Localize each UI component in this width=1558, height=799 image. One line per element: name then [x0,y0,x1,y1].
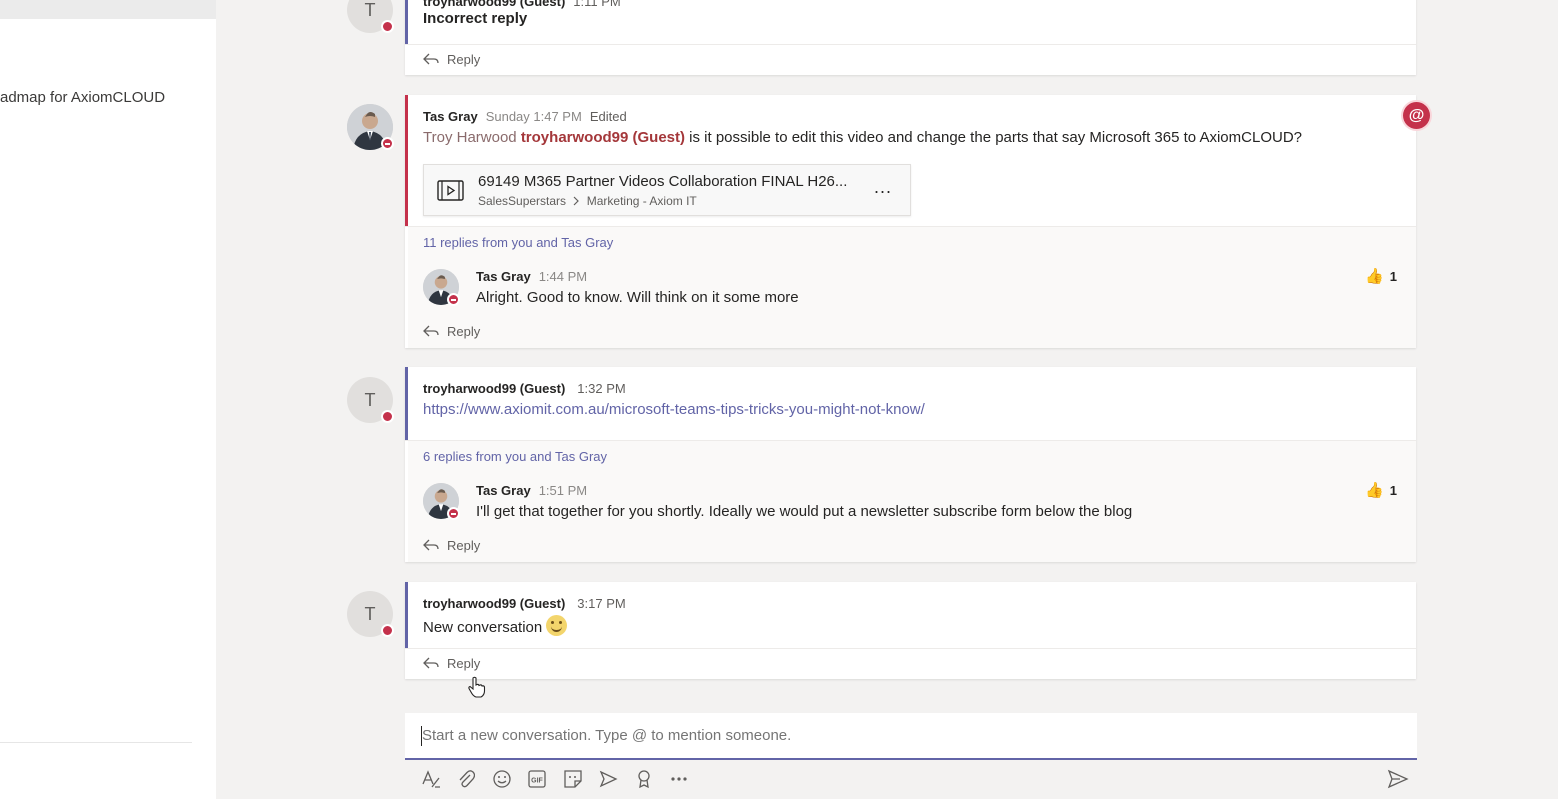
mention-guest[interactable]: troyharwood99 (Guest) [521,129,685,146]
message-card: Tas Gray Sunday 1:47 PM Edited Troy Harwoo… [405,95,1416,348]
message-body: New conversation [423,619,543,636]
reply-button[interactable]: Reply [423,654,480,672]
divider [405,44,1416,45]
left-pane-header [0,0,216,19]
file-title[interactable]: 69149 M365 Partner Videos Collaboration … [478,173,847,190]
message-text: New conversation [423,615,568,636]
format-icon[interactable] [420,768,442,790]
file-path-channel: Marketing - Axiom IT [586,194,697,208]
message-author[interactable]: Tas Gray [423,109,478,124]
message-accent-bar [405,0,408,44]
hand-cursor-icon [468,676,486,698]
attach-icon[interactable] [455,768,477,790]
left-pane-divider [0,742,192,743]
reply-text: Alright. Good to know. Will think on it … [476,289,799,306]
message-author[interactable]: troyharwood99 (Guest) [423,596,565,611]
message-author[interactable]: troyharwood99 (Guest) [423,381,565,396]
reply-button[interactable]: Reply [423,322,480,340]
presence-status-dot [381,410,394,423]
svg-text:GIF: GIF [531,778,543,785]
message-card: troyharwood99 (Guest) 1:11 PM Incorrect r… [405,0,1416,75]
message-header: troyharwood99 (Guest) 1:11 PM [423,0,621,9]
message-text: Troy Harwood troyharwood99 (Guest) is it… [423,129,1302,146]
reaction-count: 1 [1389,482,1397,498]
message-text: Incorrect reply [423,10,528,27]
thumbs-up-icon: 👍 [1365,268,1384,285]
meet-now-icon[interactable] [597,768,619,790]
compose-input[interactable] [422,727,1382,744]
message-header: Tas Gray Sunday 1:47 PM Edited [423,109,627,124]
reply-label: Reply [447,323,481,339]
like-reaction[interactable]: 👍 1 [1365,481,1397,499]
reply-arrow-icon [423,539,439,551]
smile-emoji-icon [546,615,568,636]
reply-author[interactable]: Tas Gray [476,483,531,498]
reply-header: Tas Gray 1:51 PM [476,483,587,498]
mention-badge: @ [1403,102,1430,129]
channel-list-item[interactable]: admap for AxiomCLOUD [0,89,165,106]
message-time: 3:17 PM [577,596,626,611]
presence-status-dnd [447,507,460,520]
reply-arrow-icon [423,657,439,669]
chevron-right-icon [573,196,580,206]
mention-user[interactable]: Troy Harwood [423,129,517,146]
send-icon[interactable] [1387,768,1409,790]
reaction-count: 1 [1389,268,1397,284]
praise-icon[interactable] [633,768,655,790]
file-path-team: SalesSuperstars [478,194,567,208]
emoji-icon[interactable] [491,768,513,790]
file-attachment-card[interactable]: 69149 M365 Partner Videos Collaboration … [423,164,911,216]
reply-button[interactable]: Reply [423,536,480,554]
message-accent-bar [405,95,408,226]
message-body: is it possible to edit this video and ch… [689,129,1302,146]
like-reaction[interactable]: 👍 1 [1365,267,1397,285]
replies-count-link[interactable]: 11 replies from you and Tas Gray [423,235,613,250]
edited-label: Edited [589,109,627,124]
message-header: troyharwood99 (Guest) 3:17 PM [423,596,626,611]
more-options-icon[interactable]: ... [874,177,892,198]
message-time: 1:11 PM [573,0,621,9]
compose-box[interactable] [405,713,1417,760]
presence-status-dot [381,624,394,637]
file-path: SalesSuperstars Marketing - Axiom IT [478,194,697,208]
reply-time: 1:44 PM [538,269,588,284]
reply-label: Reply [447,537,481,553]
replies-count-link[interactable]: 6 replies from you and Tas Gray [423,449,607,464]
divider [405,648,1416,649]
avatar-initial: T [364,389,376,410]
thumbs-up-icon: 👍 [1365,482,1384,499]
presence-status-dot [381,20,394,33]
reply-header: Tas Gray 1:44 PM [476,269,587,284]
message-time: 1:32 PM [577,381,626,396]
presence-status-dnd [381,137,394,150]
reply-label: Reply [447,655,481,671]
sticker-icon[interactable] [562,768,584,790]
message-time: Sunday 1:47 PM [485,109,582,124]
reply-arrow-icon [423,53,439,65]
reply-button[interactable]: Reply [423,50,480,68]
message-card: troyharwood99 (Guest) 3:17 PM New convers… [405,582,1416,679]
presence-status-dnd [447,293,460,306]
avatar-initial: T [364,0,376,20]
message-header: troyharwood99 (Guest) 1:32 PM [423,381,626,396]
reply-label: Reply [447,51,481,67]
message-author[interactable]: troyharwood99 (Guest) [423,0,565,9]
gif-icon[interactable]: GIF [526,768,548,790]
reply-time: 1:51 PM [538,483,588,498]
more-options-icon[interactable] [668,768,690,790]
reply-text: I'll get that together for you shortly. … [476,503,1133,520]
message-accent-bar [405,582,408,648]
compose-toolbar: GIF [405,766,1417,792]
avatar-initial: T [364,603,376,624]
message-card: troyharwood99 (Guest) 1:32 PM https://www… [405,367,1416,562]
left-pane: admap for AxiomCLOUD [0,0,216,799]
message-link[interactable]: https://www.axiomit.com.au/microsoft-tea… [423,401,925,418]
reply-author[interactable]: Tas Gray [476,269,531,284]
video-file-icon [437,180,464,201]
message-accent-bar [405,367,408,440]
reply-arrow-icon [423,325,439,337]
